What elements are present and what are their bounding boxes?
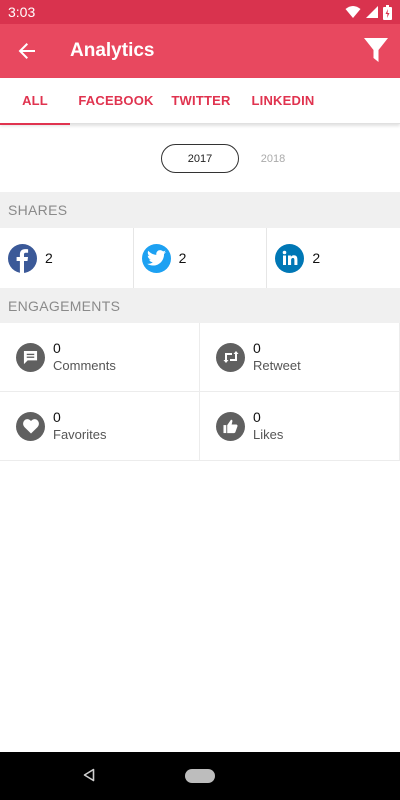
twitter-icon — [141, 243, 171, 273]
battery-icon — [383, 4, 392, 20]
nav-home-button[interactable] — [185, 769, 215, 783]
comments-label: Comments — [53, 358, 116, 373]
facebook-icon — [8, 243, 37, 273]
engagement-favorites[interactable]: 0 Favorites — [0, 392, 200, 461]
comments-count: 0 — [53, 340, 61, 356]
retweet-label: Retweet — [253, 358, 301, 373]
filter-button[interactable] — [352, 24, 400, 78]
status-time: 3:03 — [8, 4, 36, 20]
favorites-label: Favorites — [53, 427, 107, 442]
shares-row: 2 2 2 — [0, 228, 400, 288]
arrow-back-icon — [18, 43, 35, 59]
linkedin-icon — [275, 243, 305, 273]
tab-linkedin[interactable]: LINKEDIN — [240, 78, 326, 124]
system-nav-bar — [0, 752, 400, 800]
back-button[interactable] — [0, 24, 54, 78]
engagement-comments[interactable]: 0 Comments — [0, 323, 200, 392]
year-2018-button[interactable]: 2018 — [250, 144, 296, 173]
year-2017-button[interactable]: 2017 — [161, 144, 239, 173]
tab-all[interactable]: ALL — [0, 78, 70, 125]
linkedin-share-count: 2 — [312, 250, 321, 266]
page-title: Analytics — [70, 40, 155, 61]
likes-count: 0 — [253, 409, 261, 425]
engagement-likes[interactable]: 0 Likes — [200, 392, 400, 461]
nav-back-icon[interactable] — [82, 768, 96, 782]
share-twitter[interactable]: 2 — [134, 228, 268, 288]
share-linkedin[interactable]: 2 — [267, 228, 400, 288]
thumbs-up-icon — [216, 411, 245, 441]
year-selector: 2017 2018 — [0, 124, 400, 192]
status-icons — [345, 4, 392, 20]
favorites-count: 0 — [53, 409, 61, 425]
app-bar: Analytics — [0, 24, 400, 78]
status-bar: 3:03 — [0, 0, 400, 24]
shares-header: SHARES — [0, 192, 400, 228]
tab-twitter[interactable]: TWITTER — [162, 78, 240, 124]
wifi-icon — [345, 6, 361, 18]
comment-icon — [16, 342, 45, 372]
likes-label: Likes — [253, 427, 284, 442]
filter-icon — [364, 38, 388, 62]
retweet-icon — [216, 342, 245, 372]
tab-facebook[interactable]: FACEBOOK — [70, 78, 162, 124]
engagements-grid: 0 Comments 0 Retweet 0 Favorites 0 Likes — [0, 323, 400, 461]
retweet-count: 0 — [253, 340, 261, 356]
facebook-share-count: 2 — [45, 250, 53, 266]
share-facebook[interactable]: 2 — [0, 228, 134, 288]
engagements-header: ENGAGEMENTS — [0, 288, 400, 323]
signal-icon — [366, 6, 378, 18]
twitter-share-count: 2 — [178, 250, 187, 266]
tab-bar: ALL FACEBOOK TWITTER LINKEDIN — [0, 78, 400, 125]
engagement-retweet[interactable]: 0 Retweet — [200, 323, 400, 392]
heart-icon — [16, 411, 45, 441]
